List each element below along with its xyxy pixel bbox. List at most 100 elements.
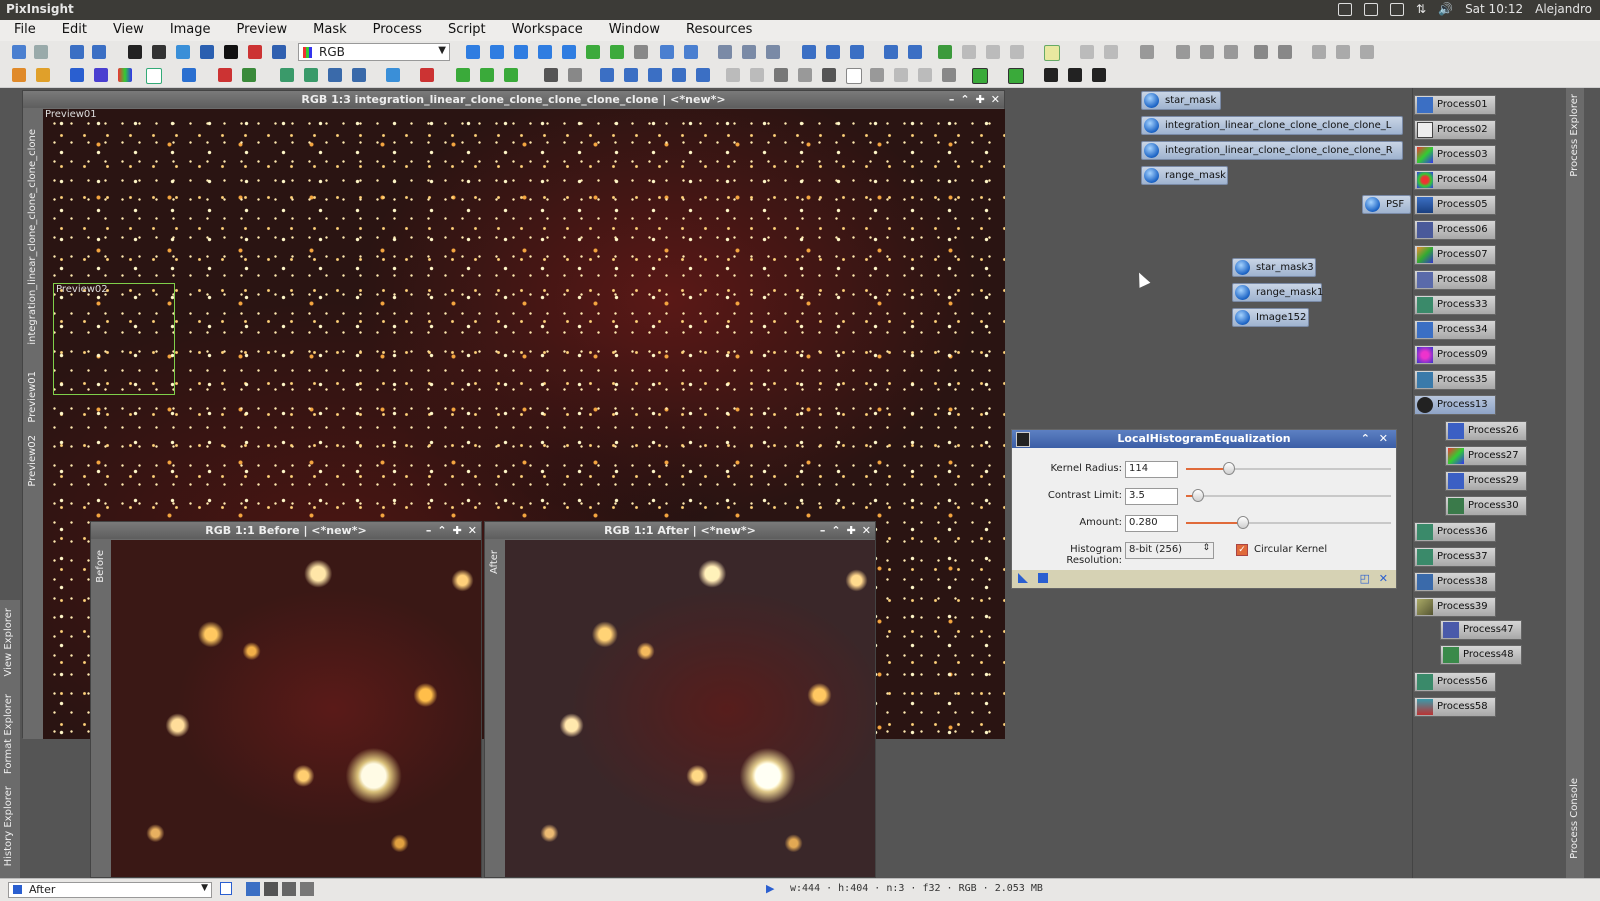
process-1-icon[interactable] <box>70 68 84 82</box>
tool-3-icon[interactable] <box>1140 45 1154 59</box>
format-explorer-tab[interactable]: Format Explorer <box>3 694 14 774</box>
process-icon[interactable]: Process37 <box>1414 547 1496 567</box>
lhe-dialog[interactable]: LocalHistogramEqualization ⌃ ✕ Kernel Ra… <box>1011 429 1397 589</box>
preview-5-icon[interactable] <box>1092 68 1106 82</box>
tool-1-icon[interactable] <box>1080 45 1094 59</box>
window-tile-icon[interactable] <box>802 45 816 59</box>
slider-knob[interactable] <box>1237 516 1250 529</box>
mask-show-icon[interactable] <box>750 68 764 82</box>
window-2-icon[interactable] <box>908 45 922 59</box>
before-window-titlebar[interactable]: RGB 1:1 Before | <*new*> – ⌃ ✚ ✕ <box>91 522 481 539</box>
zoom-in-icon[interactable] <box>660 45 674 59</box>
process-icon[interactable]: Process06 <box>1414 220 1496 240</box>
workspace-2-icon[interactable] <box>962 45 976 59</box>
after-window[interactable]: RGB 1:1 After | <*new*> – ⌃ ✚ ✕ After <box>484 521 876 878</box>
mask-1-icon[interactable] <box>774 68 788 82</box>
close-icon[interactable]: ✕ <box>862 522 871 539</box>
process-icon[interactable]: Process56 <box>1414 672 1496 692</box>
process-icon[interactable]: Process30 <box>1445 496 1527 516</box>
redo-icon[interactable] <box>34 45 48 59</box>
shade-icon[interactable]: ⌃ <box>437 522 446 539</box>
zoom-prev-icon[interactable] <box>742 45 756 59</box>
rotate-3-icon[interactable] <box>648 68 662 82</box>
circular-kernel-checkbox[interactable]: ✓ <box>1236 544 1248 556</box>
process-icon[interactable]: Process58 <box>1414 697 1496 717</box>
slider-knob[interactable] <box>1223 462 1236 475</box>
save-icon[interactable] <box>36 68 50 82</box>
tool-4-icon[interactable] <box>1176 45 1190 59</box>
rgb-channel-icon[interactable] <box>128 45 142 59</box>
menu-workspace[interactable]: Workspace <box>498 20 595 41</box>
image-icon-integration-l[interactable]: integration_linear_clone_clone_clone_clo… <box>1141 116 1403 135</box>
mask-3-icon[interactable] <box>822 68 836 82</box>
user-name[interactable]: Alejandro <box>1535 2 1592 16</box>
mask-6-icon[interactable] <box>894 68 908 82</box>
printer-icon[interactable] <box>1364 2 1379 16</box>
before-window[interactable]: RGB 1:1 Before | <*new*> – ⌃ ✚ ✕ Before <box>90 521 482 878</box>
zoom-fit-2-icon[interactable] <box>718 45 732 59</box>
process-7-icon[interactable] <box>242 68 256 82</box>
mask-7-icon[interactable] <box>918 68 932 82</box>
process-icon[interactable]: Process29 <box>1445 471 1527 491</box>
lhe-titlebar[interactable]: LocalHistogramEqualization ⌃ ✕ <box>1012 430 1396 448</box>
play-icon[interactable]: ▶ <box>766 882 774 895</box>
window-cascade-icon[interactable] <box>826 45 840 59</box>
duplicate-icon[interactable] <box>92 45 106 59</box>
view-mode-icon[interactable] <box>220 882 232 895</box>
zoom-1to1-icon[interactable] <box>514 45 528 59</box>
preview02-rectangle[interactable]: Preview02 <box>53 283 175 395</box>
explorer-icon[interactable] <box>1044 45 1060 61</box>
kernel-radius-slider[interactable] <box>1186 462 1391 475</box>
minimize-icon[interactable]: – <box>820 522 826 539</box>
process-3-icon[interactable] <box>118 68 132 82</box>
tool-2-icon[interactable] <box>1104 45 1118 59</box>
rotate-2-icon[interactable] <box>624 68 638 82</box>
crop-icon[interactable] <box>726 68 740 82</box>
new-instance-icon[interactable] <box>1018 573 1028 583</box>
minimize-icon[interactable]: – <box>949 91 955 108</box>
process-icon[interactable]: Process09 <box>1414 345 1496 365</box>
apply-global-icon[interactable] <box>1038 573 1048 583</box>
amount-input[interactable]: 0.280 <box>1125 515 1178 532</box>
process-icon[interactable]: Process39 <box>1414 597 1496 617</box>
view-selector[interactable]: After ▼ <box>8 882 212 898</box>
reset-icon[interactable]: ✕ <box>1379 572 1388 585</box>
open-icon[interactable] <box>12 68 26 82</box>
menu-edit[interactable]: Edit <box>48 20 99 41</box>
after-side-label[interactable]: After <box>489 550 500 574</box>
pointer-icon[interactable] <box>634 45 648 59</box>
edit-icon[interactable] <box>1338 2 1353 16</box>
color-icon[interactable] <box>176 45 190 59</box>
menu-window[interactable]: Window <box>595 20 672 41</box>
screen-transfer-icon[interactable] <box>272 45 286 59</box>
invert-icon[interactable] <box>224 45 238 59</box>
shade-icon[interactable]: ⌃ <box>960 91 969 108</box>
slider-knob[interactable] <box>1192 489 1205 502</box>
mail-icon[interactable] <box>1390 2 1405 16</box>
menu-image[interactable]: Image <box>156 20 223 41</box>
new-image-icon[interactable] <box>70 45 84 59</box>
menu-preview[interactable]: Preview <box>223 20 300 41</box>
process-icon[interactable]: Process36 <box>1414 522 1496 542</box>
maximize-icon[interactable]: ✚ <box>453 522 462 539</box>
channel-1-icon[interactable] <box>264 882 278 896</box>
tool-5-icon[interactable] <box>1200 45 1214 59</box>
channel-icon[interactable] <box>152 45 166 59</box>
menu-resources[interactable]: Resources <box>672 20 764 41</box>
image-icon-psf[interactable]: PSF <box>1362 195 1411 214</box>
process-icon[interactable]: Process38 <box>1414 572 1496 592</box>
before-side-label[interactable]: Before <box>95 550 106 583</box>
process-icon[interactable]: Process07 <box>1414 245 1496 265</box>
process-9-icon[interactable] <box>304 68 318 82</box>
minimize-icon[interactable]: – <box>426 522 432 539</box>
tool-11-icon[interactable] <box>1360 45 1374 59</box>
mask-8-icon[interactable] <box>942 68 956 82</box>
process-6-icon[interactable] <box>218 68 232 82</box>
mirror-icon[interactable] <box>672 68 686 82</box>
shade-icon[interactable]: ⌃ <box>831 522 840 539</box>
clock[interactable]: Sat 10:12 <box>1465 2 1523 16</box>
workspace-3-icon[interactable] <box>986 45 1000 59</box>
channel-3-icon[interactable] <box>300 882 314 896</box>
zoom-out-icon[interactable] <box>684 45 698 59</box>
menu-file[interactable]: File <box>0 20 48 41</box>
